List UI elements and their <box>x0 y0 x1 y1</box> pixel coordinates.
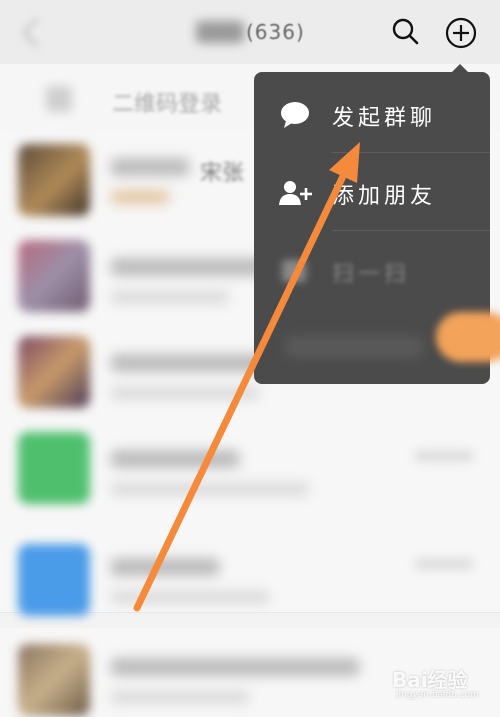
watermark-brand: Bai经验 <box>392 668 468 692</box>
annotation-arrow <box>133 142 360 612</box>
arrow-shaft <box>133 168 349 612</box>
watermark-url: jingyan.baidu.com <box>396 690 480 700</box>
baidu-watermark: Bai经验 jingyan.baidu.com <box>392 664 492 710</box>
arrow-head <box>329 142 360 183</box>
